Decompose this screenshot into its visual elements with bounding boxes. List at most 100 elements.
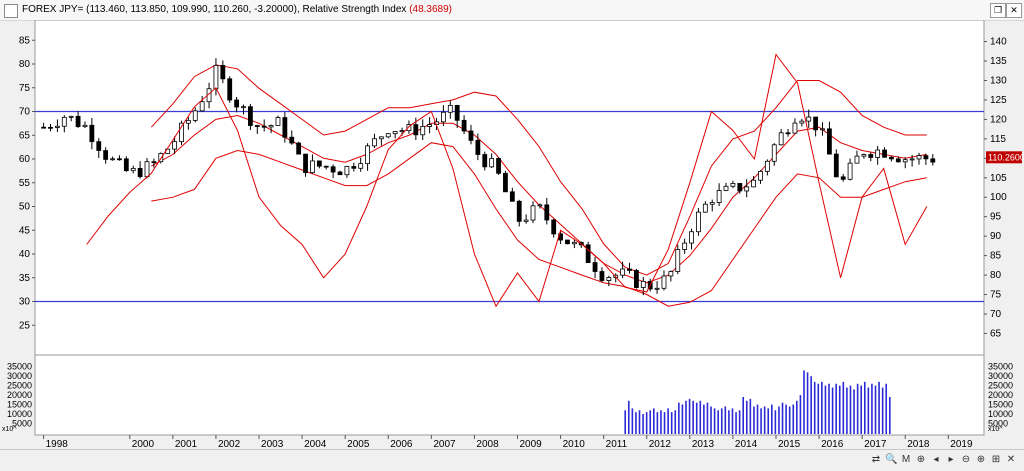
rsi-axis-label: 30	[19, 297, 31, 308]
candle-body	[330, 166, 336, 173]
candle-body	[813, 116, 819, 131]
grid-icon[interactable]: ⊞	[990, 453, 1002, 467]
candle-body	[344, 166, 350, 176]
candle-body	[820, 128, 825, 131]
restore-button[interactable]: ❐	[990, 3, 1006, 18]
candle-body	[861, 154, 867, 157]
candle-body	[385, 133, 391, 138]
candle-body	[909, 158, 915, 161]
candle-body	[675, 249, 681, 272]
candle-body	[702, 203, 708, 213]
volume-axis-label-right: 25000	[988, 381, 1013, 391]
volume-axis-label-left: 30000	[7, 371, 32, 381]
candle-body	[220, 65, 226, 80]
m-button[interactable]: M	[900, 453, 912, 467]
candle-body	[868, 154, 874, 158]
close-icon[interactable]: ✕	[1005, 453, 1017, 467]
candle-body	[730, 183, 736, 187]
candle-body	[372, 138, 377, 147]
candle-body	[427, 124, 433, 127]
candle-body	[785, 132, 791, 135]
price-axis-label: 130	[990, 75, 1007, 86]
candle-body	[123, 158, 129, 172]
volume-axis-label-right: 10000	[988, 409, 1013, 419]
price-axis-label: 85	[990, 251, 1002, 262]
title-bar: FOREX JPY= (113.460, 113.850, 109.990, 1…	[0, 0, 1024, 21]
candle-body	[378, 136, 384, 140]
candle-body	[234, 99, 240, 108]
candle-body	[799, 120, 805, 124]
candle-body	[503, 172, 508, 193]
candle-body	[199, 101, 205, 112]
candle-body	[482, 154, 488, 168]
candle-body	[592, 262, 598, 272]
scroll-right-icon[interactable]: ▸	[945, 453, 957, 467]
candle-body	[744, 186, 750, 192]
price-axis-label: 75	[990, 290, 1002, 301]
candle-body	[923, 155, 929, 160]
close-button[interactable]: ✕	[1006, 3, 1022, 18]
candle-body	[82, 124, 88, 128]
volume-axis-label-left: 35000	[7, 362, 32, 372]
candle-body	[392, 131, 398, 135]
candle-body	[337, 171, 343, 176]
candle-body	[316, 160, 322, 167]
candle-body	[537, 204, 543, 207]
rsi-axis-label: 55	[19, 178, 31, 189]
chart-window: FOREX JPY= (113.460, 113.850, 109.990, 1…	[0, 0, 1024, 471]
candle-body	[585, 244, 591, 263]
volume-axis-label-left: 20000	[7, 390, 32, 400]
candle-body	[461, 119, 467, 132]
zoom-icon[interactable]: 🔍	[885, 453, 897, 467]
rsi-axis-label: 60	[19, 154, 31, 165]
zoom-in-icon[interactable]: ⊕	[915, 453, 927, 467]
candle-body	[61, 116, 67, 127]
price-axis-label: 90	[990, 231, 1002, 242]
candle-body	[75, 115, 81, 128]
candle-body	[365, 145, 370, 165]
candle-body	[454, 104, 460, 121]
candle-body	[117, 158, 122, 161]
candle-body	[413, 124, 419, 136]
candle-body	[571, 241, 577, 245]
zoom-out-icon[interactable]: ⊖	[960, 453, 972, 467]
candle-body	[248, 106, 253, 126]
candle-body	[303, 153, 308, 174]
price-axis-label: 100	[990, 192, 1007, 203]
status-bar: ⇄ 🔍 M ⊕ ◂ ▸ ⊖ ⊕ ⊞ ✕	[0, 449, 1024, 471]
rsi-value: (48.3689)	[409, 4, 453, 15]
rsi-axis-label: 80	[19, 59, 31, 70]
candle-body	[475, 140, 481, 155]
price-axis-label: 140	[990, 37, 1007, 48]
candle-body	[441, 111, 446, 123]
scroll-left-icon[interactable]: ◂	[930, 453, 942, 467]
rsi-axis-label: 25	[19, 320, 31, 331]
rsi-axis-label: 75	[19, 83, 31, 94]
chart-window-icon[interactable]	[4, 4, 18, 18]
zoom-in-button[interactable]: ⊕	[975, 453, 987, 467]
window-title: FOREX JPY= (113.460, 113.850, 109.990, 1…	[22, 4, 452, 15]
candle-body	[778, 132, 784, 146]
candle-body	[882, 149, 887, 158]
candle-body	[723, 185, 729, 191]
candle-body	[634, 270, 639, 288]
volume-axis-label-right: 15000	[988, 400, 1013, 410]
candle-body	[764, 160, 770, 172]
candle-body	[213, 65, 219, 90]
candle-body	[268, 125, 274, 128]
candle-body	[254, 125, 260, 127]
candle-body	[420, 126, 426, 136]
candle-body	[323, 165, 329, 168]
candle-body	[551, 219, 557, 235]
candle-body	[192, 110, 198, 121]
volume-unit-right: x10^	[988, 426, 1003, 433]
candle-body	[758, 170, 763, 181]
volume-unit-left: x10^	[2, 426, 17, 433]
candle-body	[89, 124, 95, 143]
candle-body	[930, 158, 936, 163]
price-axis-label: 135	[990, 56, 1007, 67]
candle-body	[792, 122, 798, 134]
candle-body	[654, 287, 660, 290]
swap-icon[interactable]: ⇄	[870, 453, 882, 467]
price-axis-label: 105	[990, 173, 1007, 184]
